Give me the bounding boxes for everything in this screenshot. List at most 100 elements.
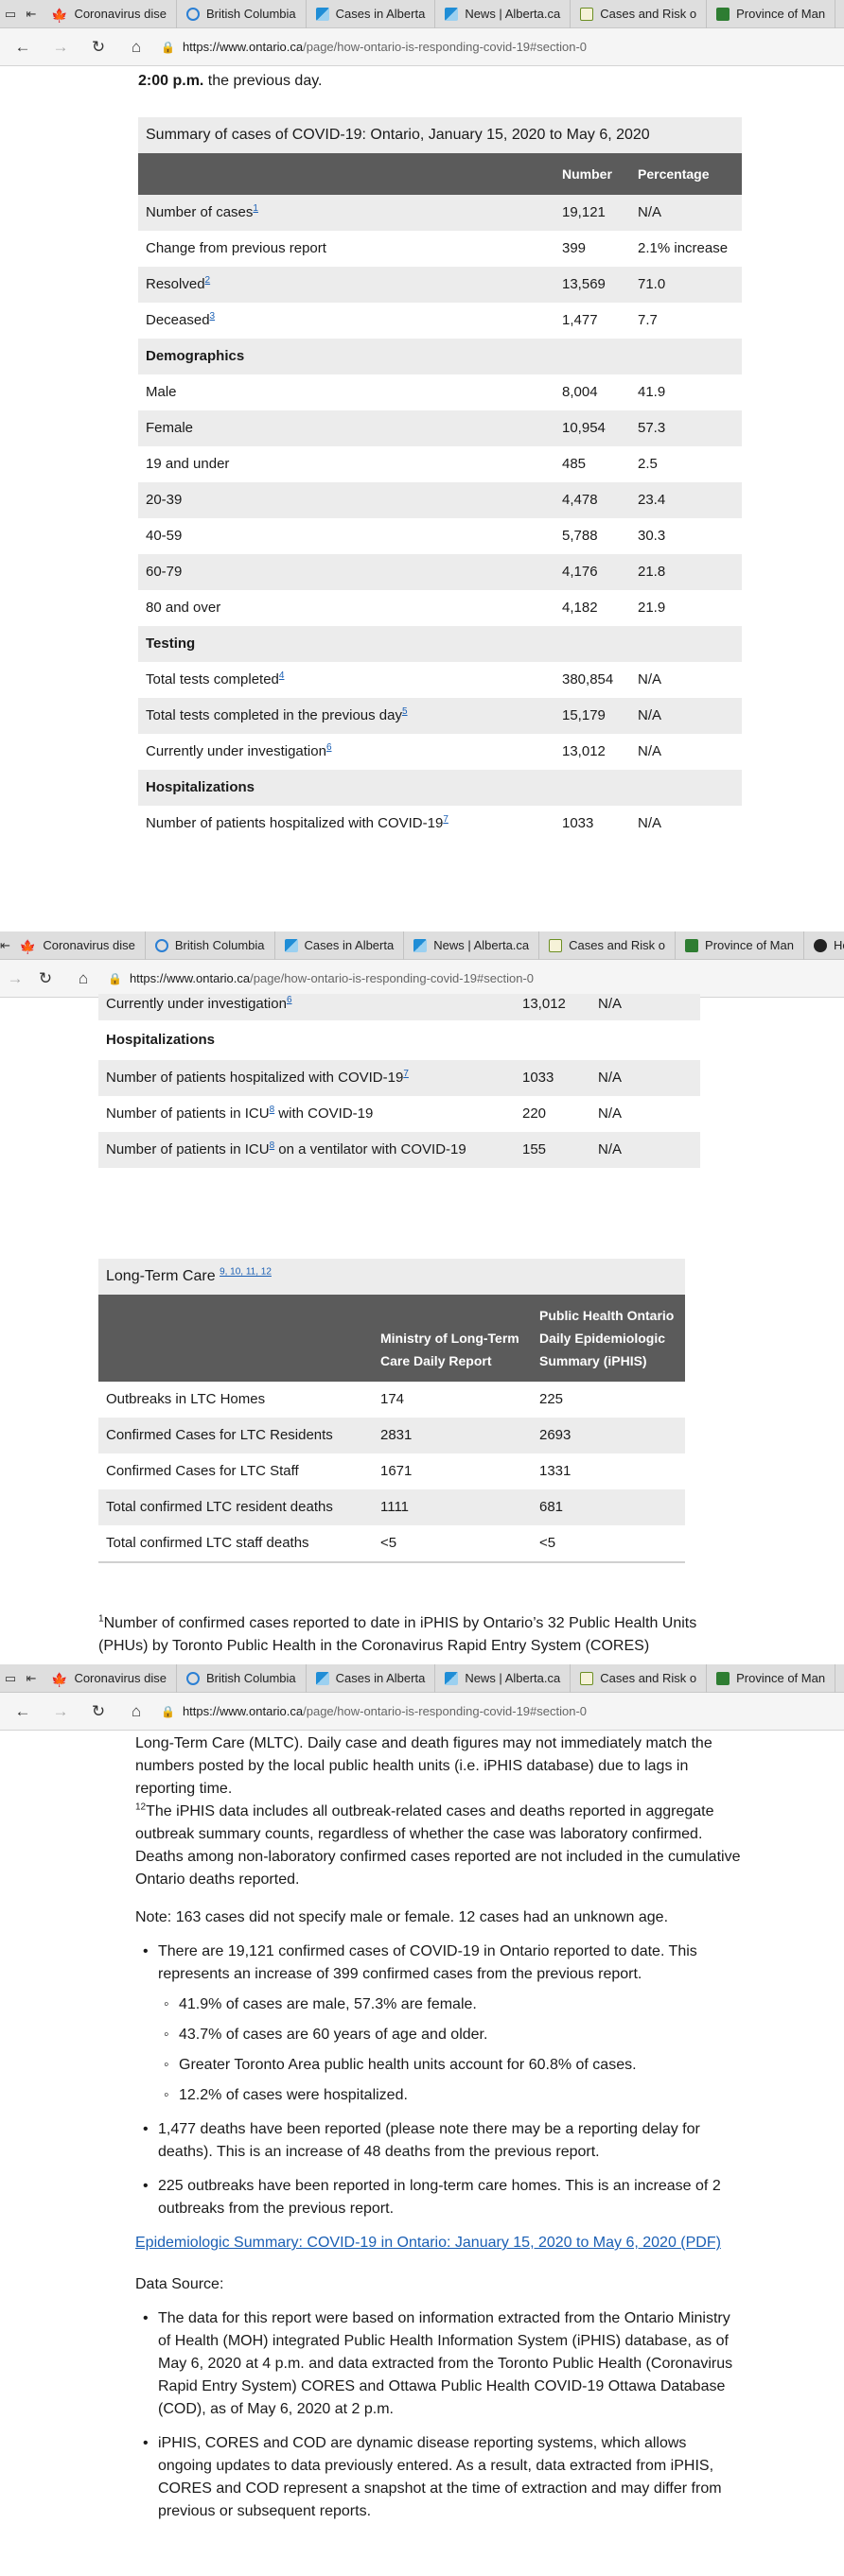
footnote-link[interactable]: 2 <box>205 275 211 286</box>
globe-icon <box>154 938 168 952</box>
data-source-heading: Data Source: <box>135 2276 224 2292</box>
list-item: iPHIS, CORES and COD are dynamic disease… <box>135 2432 741 2523</box>
data-source-bullets: The data for this report were based on i… <box>135 2307 741 2523</box>
url-field[interactable]: 🔒 https://www.ontario.ca/page/how-ontari… <box>161 34 804 61</box>
forward-icon[interactable]: → <box>4 960 26 998</box>
maple-leaf-icon: 🍁 <box>51 1671 68 1687</box>
footnote-12: 12The iPHIS data includes all outbreak-r… <box>135 1801 741 1888</box>
chart-icon <box>445 1671 459 1685</box>
footnote-link[interactable]: 3 <box>210 311 216 322</box>
section-header-hospitalizations: Hospitalizations <box>138 770 742 806</box>
tab-news-alberta[interactable]: News | Alberta.ca <box>435 1664 571 1693</box>
url-path: /page/how-ontario-is-responding-covid-19… <box>250 971 535 985</box>
lock-icon: 🔒 <box>161 40 175 54</box>
refresh-icon[interactable]: ↻ <box>79 1693 117 1731</box>
footnote-link[interactable]: 6 <box>287 995 292 1005</box>
table-row: Outbreaks in LTC Homes 174 225 <box>98 1382 685 1418</box>
table-row: 19 and under 485 2.5 <box>138 446 742 482</box>
table-row: Confirmed Cases for LTC Staff 1671 1331 <box>98 1453 685 1489</box>
forward-icon[interactable]: → <box>42 28 79 66</box>
set-aside-tabs-icon[interactable]: ⇤ <box>21 0 42 28</box>
set-aside-tabs-icon[interactable]: ⇤ <box>21 1664 42 1693</box>
table-row: Total tests completed4 380,854 N/A <box>138 662 742 698</box>
table-row: Currently under investigation6 13,012 N/A <box>98 994 700 1020</box>
tab-news-alberta[interactable]: News | Alberta.ca <box>435 0 571 28</box>
address-bar: ← → ↻ ⌂ 🔒 https://www.ontario.ca/page/ho… <box>0 28 844 66</box>
summary-table-continued: Currently under investigation6 13,012 N/A … <box>98 994 700 1168</box>
home-icon[interactable]: ⌂ <box>64 960 102 998</box>
tab-cases-risk[interactable]: Cases and Risk o <box>571 0 708 28</box>
forward-icon[interactable]: → <box>42 1693 79 1731</box>
screenshot-segment-2: ⇤ 🍁 Coronavirus dise British Columbia Cas… <box>0 931 844 1664</box>
tab-cases-alberta[interactable]: Cases in Alberta <box>307 1664 436 1693</box>
back-icon[interactable]: ← <box>4 1693 42 1731</box>
lock-icon: 🔒 <box>108 971 122 985</box>
list-item: 43.7% of cases are 60 years of age and o… <box>158 2024 741 2046</box>
table-row: Deceased3 1,477 7.7 <box>138 303 742 339</box>
back-icon[interactable]: ← <box>4 28 42 66</box>
lock-icon: 🔒 <box>161 1704 175 1718</box>
tab-british-columbia[interactable]: British Columbia <box>146 931 275 960</box>
list-item: 1,477 deaths have been reported (please … <box>135 2118 741 2164</box>
column-header <box>98 1295 373 1382</box>
table-row: Female 10,954 57.3 <box>138 410 742 446</box>
tab-actions-icon[interactable]: ▭ <box>0 0 21 28</box>
footnote-link[interactable]: 4 <box>279 670 285 681</box>
shield-icon <box>813 938 827 952</box>
tab-british-columbia[interactable]: British Columbia <box>177 0 307 28</box>
tab-cases-alberta[interactable]: Cases in Alberta <box>275 931 405 960</box>
tab-coronavirus[interactable]: 🍁 Coronavirus dise <box>10 931 146 960</box>
home-icon[interactable]: ⌂ <box>117 1693 155 1731</box>
address-bar: ← → ↻ ⌂ 🔒 https://www.ontario.ca/page/ho… <box>0 1693 844 1731</box>
table-row: Total confirmed LTC staff deaths <5 <5 <box>98 1525 685 1563</box>
list-item: 12.2% of cases were hospitalized. <box>158 2084 741 2107</box>
url-host: https://www.ontario.ca <box>129 971 251 985</box>
footnote-link[interactable]: 7 <box>443 814 448 825</box>
table-row: Number of cases1 19,121 N/A <box>138 195 742 231</box>
tab-cases-risk[interactable]: Cases and Risk o <box>571 1664 708 1693</box>
tab-cases-risk[interactable]: Cases and Risk o <box>539 931 677 960</box>
tab-cases-alberta[interactable]: Cases in Alberta <box>307 0 436 28</box>
table-row: Resolved2 13,569 71.0 <box>138 267 742 303</box>
document-icon <box>580 1671 594 1685</box>
tab-province-manitoba[interactable]: Province of Man <box>707 0 836 28</box>
tab-province-manitoba[interactable]: Province of Man <box>676 931 804 960</box>
url-host: https://www.ontario.ca <box>182 40 304 54</box>
tab-news-alberta[interactable]: News | Alberta.ca <box>404 931 540 960</box>
maple-leaf-icon: 🍁 <box>51 7 68 23</box>
url-field[interactable]: 🔒 https://www.ontario.ca/page/how-ontari… <box>108 966 751 992</box>
footnote-link[interactable]: 9, 10, 11, 12 <box>220 1267 272 1278</box>
home-icon[interactable]: ⌂ <box>117 28 155 66</box>
section-header-testing: Testing <box>138 626 742 662</box>
table-row: Currently under investigation6 13,012 N/A <box>138 734 742 770</box>
list-item: 41.9% of cases are male, 57.3% are femal… <box>158 1993 741 2016</box>
epidemiologic-summary-link[interactable]: Epidemiologic Summary: COVID-19 in Ontar… <box>135 2235 721 2251</box>
flag-icon <box>716 1671 730 1685</box>
note-text: Note: 163 cases did not specify male or … <box>135 1909 669 1925</box>
screenshot-segment-3: ▭ ⇤ 🍁 Coronavirus dise British Columbia C… <box>0 1664 844 2576</box>
summary-table: Summary of cases of COVID-19: Ontario, J… <box>138 117 742 842</box>
tab-coronavirus[interactable]: 🍁 Coronavirus dise <box>42 0 177 28</box>
set-aside-tabs-icon[interactable]: ⇤ <box>0 931 10 960</box>
footnote-link[interactable]: 7 <box>403 1069 409 1079</box>
tab-british-columbia[interactable]: British Columbia <box>177 1664 307 1693</box>
refresh-icon[interactable]: ↻ <box>79 28 117 66</box>
footnote-1: 1Number of confirmed cases reported to d… <box>98 1613 697 1654</box>
footnote-link[interactable]: 5 <box>402 706 408 717</box>
url-field[interactable]: 🔒 https://www.ontario.ca/page/how-ontari… <box>161 1698 804 1725</box>
footnote-link[interactable]: 6 <box>326 742 332 753</box>
tab-province-manitoba[interactable]: Province of Man <box>707 1664 836 1693</box>
sub-bullets: 41.9% of cases are male, 57.3% are femal… <box>158 1993 741 2107</box>
list-item: Greater Toronto Area public health units… <box>158 2054 741 2077</box>
ltc-caption: Long-Term Care 9, 10, 11, 12 <box>98 1259 685 1295</box>
globe-icon <box>185 1671 200 1685</box>
column-header-number: Number <box>554 153 630 195</box>
globe-icon <box>185 7 200 21</box>
tab-coronavirus[interactable]: 🍁 Coronavirus dise <box>42 1664 177 1693</box>
refresh-icon[interactable]: ↻ <box>26 960 64 998</box>
footnote-link[interactable]: 1 <box>253 203 258 214</box>
tab-actions-icon[interactable]: ▭ <box>0 1664 21 1693</box>
column-header-percentage: Percentage <box>630 153 742 195</box>
tab-extra[interactable]: Ho <box>804 931 844 960</box>
table-row: Confirmed Cases for LTC Residents 2831 269… <box>98 1418 685 1453</box>
